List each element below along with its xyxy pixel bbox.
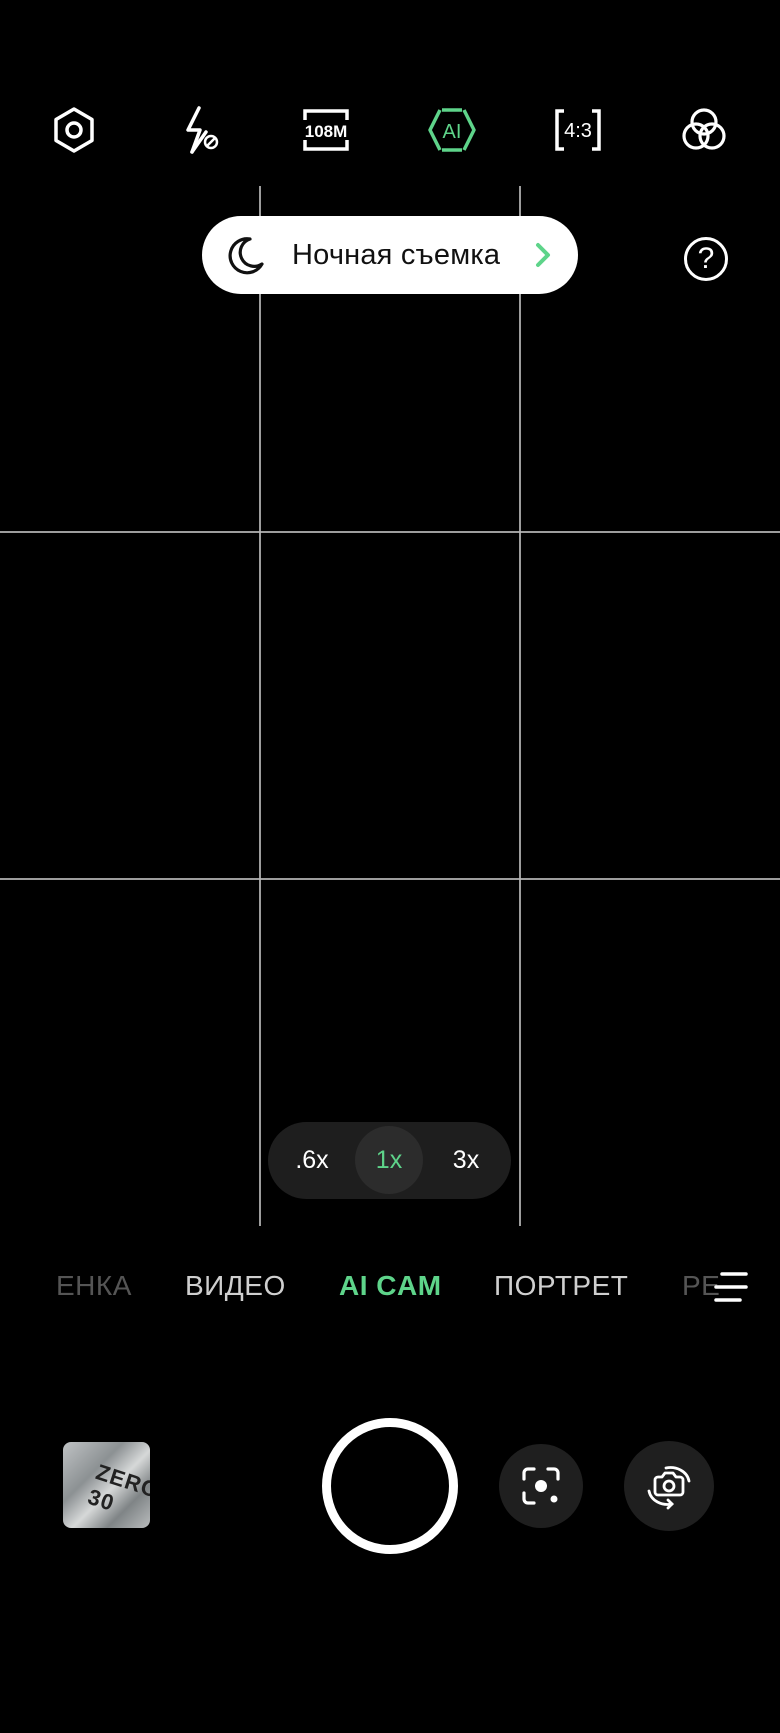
shutter-button[interactable] <box>322 1418 458 1554</box>
grid-line-vertical-1 <box>259 186 261 1226</box>
switch-camera-button[interactable] <box>624 1441 714 1531</box>
zoom-option-0-6x[interactable]: .6x <box>282 1122 342 1199</box>
moon-icon <box>228 237 264 275</box>
lens-icon <box>522 1467 560 1505</box>
chevron-right-icon <box>536 243 550 267</box>
grid-line-horizontal-1 <box>0 531 780 533</box>
zoom-option-3x[interactable]: 3x <box>436 1122 496 1199</box>
zoom-option-1x[interactable]: 1x <box>355 1126 423 1194</box>
help-button[interactable]: ? <box>684 237 728 281</box>
ai-label: AI <box>443 121 462 143</box>
night-mode-banner[interactable]: Ночная съемка <box>202 216 578 294</box>
mode-menu-icon[interactable] <box>712 1270 750 1304</box>
settings-icon[interactable] <box>44 100 104 160</box>
night-mode-label: Ночная съемка <box>292 238 501 271</box>
mode-item-portrait[interactable]: ПОРТРЕТ <box>494 1270 628 1302</box>
mode-item-photo[interactable]: ЕНКА <box>56 1270 132 1302</box>
mode-item-video[interactable]: ВИДЕО <box>185 1270 286 1302</box>
aspect-ratio-icon[interactable]: 4:3 <box>548 100 608 160</box>
help-icon: ? <box>697 242 715 275</box>
flash-off-icon[interactable] <box>170 100 230 160</box>
thumbnail-text: ZERO 30 <box>84 1459 150 1516</box>
zoom-selector: .6x 1x 3x <box>268 1122 511 1199</box>
aspect-label: 4:3 <box>564 120 592 142</box>
google-lens-button[interactable] <box>499 1444 583 1528</box>
filters-icon[interactable] <box>674 100 734 160</box>
mode-item-ai-cam[interactable]: AI CAM <box>339 1270 442 1302</box>
switch-camera-icon <box>647 1466 691 1510</box>
ai-icon[interactable]: AI <box>422 100 482 160</box>
resolution-108m-icon[interactable]: 108M <box>296 100 356 160</box>
gallery-thumbnail[interactable]: ZERO 30 <box>63 1442 150 1528</box>
grid-line-vertical-2 <box>519 186 521 1226</box>
resolution-label: 108M <box>305 122 348 141</box>
grid-line-horizontal-2 <box>0 878 780 880</box>
